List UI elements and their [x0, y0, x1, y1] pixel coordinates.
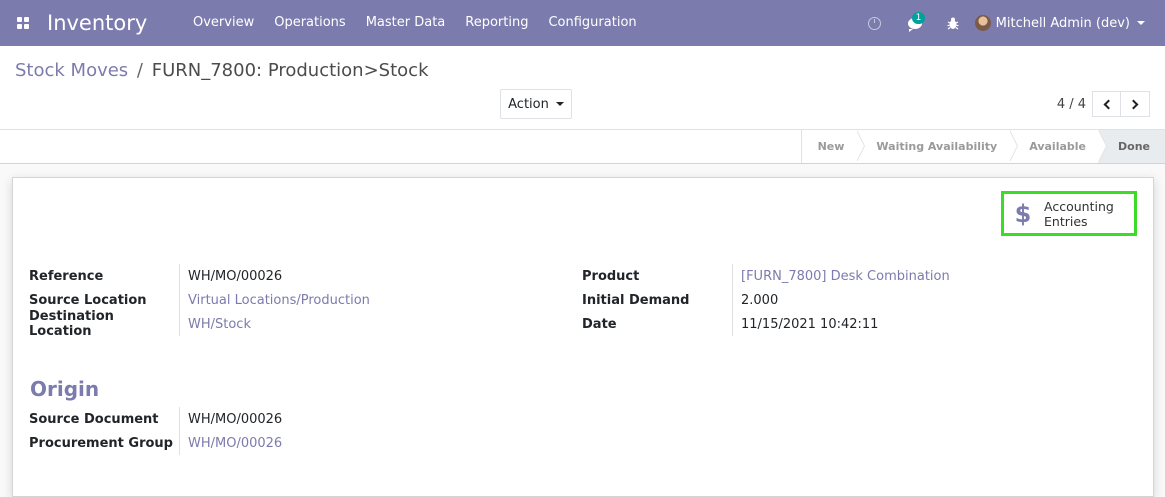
chevron-left-icon [1103, 99, 1113, 109]
pager: 4 / 4 [1057, 91, 1150, 117]
chevron-down-icon [555, 102, 564, 106]
status-done: Done [1098, 130, 1165, 163]
debug-menu[interactable] [937, 0, 969, 46]
breadcrumb-current: FURN_7800: Production>Stock [151, 60, 429, 81]
action-button[interactable]: Action [500, 89, 572, 119]
origin-section-title: Origin [30, 377, 100, 401]
activity-menu[interactable] [857, 0, 893, 46]
pager-next-button[interactable] [1121, 91, 1150, 117]
field-label: Reference [29, 268, 104, 284]
field-label: Source Document [29, 411, 159, 427]
user-menu[interactable]: Mitchell Admin (dev) [969, 0, 1165, 46]
field-source-document: Source Document WH/MO/00026 [29, 407, 282, 431]
chevron-right-icon [1128, 99, 1139, 109]
field-label: Product [582, 268, 640, 284]
field-procurement-group: Procurement Group WH/MO/00026 [29, 431, 282, 455]
field-product: Product [FURN_7800] Desk Combination [582, 264, 950, 288]
bug-icon [947, 17, 959, 29]
dollar-icon: $ [1014, 199, 1032, 228]
field-date: Date 11/15/2021 10:42:11 [582, 312, 950, 336]
chat-badge: 1 [911, 12, 926, 24]
user-name: Mitchell Admin (dev) [995, 15, 1130, 31]
systray: 1 Mitchell Admin (dev) [857, 0, 1165, 46]
messaging-menu[interactable]: 1 [893, 0, 937, 46]
field-label: Procurement Group [29, 435, 173, 451]
field-label: Initial Demand [582, 292, 690, 308]
breadcrumb: Stock Moves / FURN_7800: Production>Stoc… [15, 60, 429, 81]
initial-demand-value: 2.000 [732, 288, 778, 312]
field-initial-demand: Initial Demand 2.000 [582, 288, 950, 312]
status-new: New [801, 130, 866, 163]
field-destination-location: Destination Location WH/Stock [29, 309, 370, 339]
source-document-value: WH/MO/00026 [179, 407, 282, 431]
menu-operations[interactable]: Operations [264, 0, 355, 46]
origin-group: Source Document WH/MO/00026 Procurement … [29, 407, 282, 455]
clock-icon [868, 16, 882, 30]
statusbar: New Waiting Availability Available Done [0, 130, 1165, 164]
pager-previous-button[interactable] [1092, 91, 1121, 117]
user-avatar [974, 15, 991, 31]
main-menu: Overview Operations Master Data Reportin… [183, 0, 647, 46]
smart-label-line2: Entries [1044, 213, 1088, 229]
pager-value[interactable]: 4 / 4 [1057, 97, 1086, 112]
form-sheet: $ Accounting Entries Reference WH/MO/000… [12, 177, 1154, 497]
procurement-group-link[interactable]: WH/MO/00026 [179, 431, 282, 455]
status-steps: New Waiting Availability Available Done [800, 130, 1165, 163]
destination-location-link[interactable]: WH/Stock [179, 312, 251, 336]
smart-label-line1: Accounting [1044, 198, 1114, 214]
menu-overview[interactable]: Overview [183, 0, 264, 46]
field-label: Destination Location [29, 309, 114, 339]
apps-menu-icon[interactable] [0, 0, 46, 46]
field-reference: Reference WH/MO/00026 [29, 264, 370, 288]
top-navbar: Inventory Overview Operations Master Dat… [0, 0, 1165, 46]
chevron-down-icon [1137, 21, 1145, 25]
menu-reporting[interactable]: Reporting [455, 0, 538, 46]
field-label: Source Location [29, 292, 147, 308]
breadcrumb-separator: / [136, 60, 143, 81]
field-label: Date [582, 316, 617, 332]
breadcrumb-parent[interactable]: Stock Moves [15, 60, 128, 81]
action-label: Action [508, 96, 549, 112]
reference-value: WH/MO/00026 [179, 264, 282, 288]
menu-configuration[interactable]: Configuration [538, 0, 646, 46]
accounting-entries-button[interactable]: $ Accounting Entries [1001, 191, 1137, 236]
status-waiting-availability: Waiting Availability [856, 130, 1019, 163]
product-link[interactable]: [FURN_7800] Desk Combination [732, 264, 950, 288]
source-location-link[interactable]: Virtual Locations/Production [179, 288, 370, 312]
main-left-group: Reference WH/MO/00026 Source Location Vi… [29, 264, 370, 339]
date-value: 11/15/2021 10:42:11 [732, 312, 878, 336]
control-panel: Stock Moves / FURN_7800: Production>Stoc… [0, 46, 1165, 130]
app-name[interactable]: Inventory [46, 11, 182, 35]
main-right-group: Product [FURN_7800] Desk Combination Ini… [582, 264, 950, 336]
status-available: Available [1009, 130, 1107, 163]
menu-master-data[interactable]: Master Data [356, 0, 456, 46]
accounting-entries-label: Accounting Entries [1044, 199, 1114, 229]
